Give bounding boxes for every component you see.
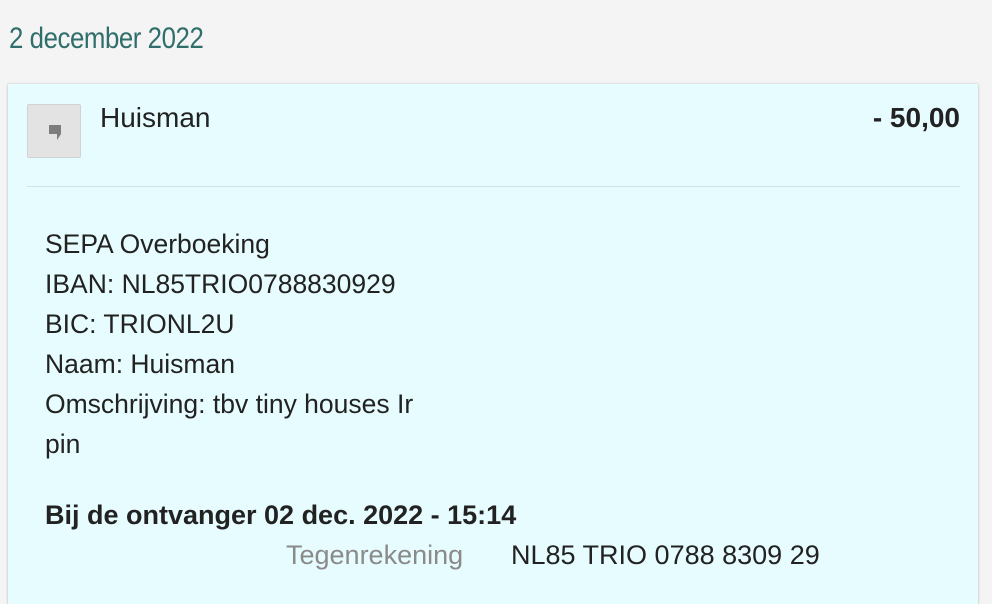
detail-line-description-continued: pin: [45, 429, 81, 459]
counterparty-logo: [27, 104, 81, 158]
detail-line-type: SEPA Overboeking: [45, 229, 270, 259]
detail-line-description: Omschrijving: tbv tiny houses Ir: [45, 389, 414, 419]
counter-account-label: Tegenrekening: [286, 540, 464, 570]
counter-account-value: NL85 TRIO 0788 8309 29: [511, 540, 820, 570]
detail-line-name: Naam: Huisman: [45, 349, 235, 379]
receiver-timestamp: Bij de ontvanger 02 dec. 2022 - 15:14: [45, 500, 517, 530]
transaction-card[interactable]: Huisman - 50,00 SEPA Overboeking IBAN: N…: [8, 84, 978, 604]
transaction-amount: - 50,00: [872, 102, 960, 133]
transaction-details: SEPA Overboeking IBAN: NL85TRIO078883092…: [45, 224, 413, 464]
counterparty-name: Huisman: [100, 102, 211, 133]
date-heading: 2 december 2022: [9, 22, 204, 55]
detail-line-iban: IBAN: NL85TRIO0788830929: [45, 269, 396, 299]
bank-logo-placeholder-icon: [49, 125, 61, 140]
divider: [27, 186, 960, 187]
detail-line-bic: BIC: TRIONL2U: [45, 309, 235, 339]
